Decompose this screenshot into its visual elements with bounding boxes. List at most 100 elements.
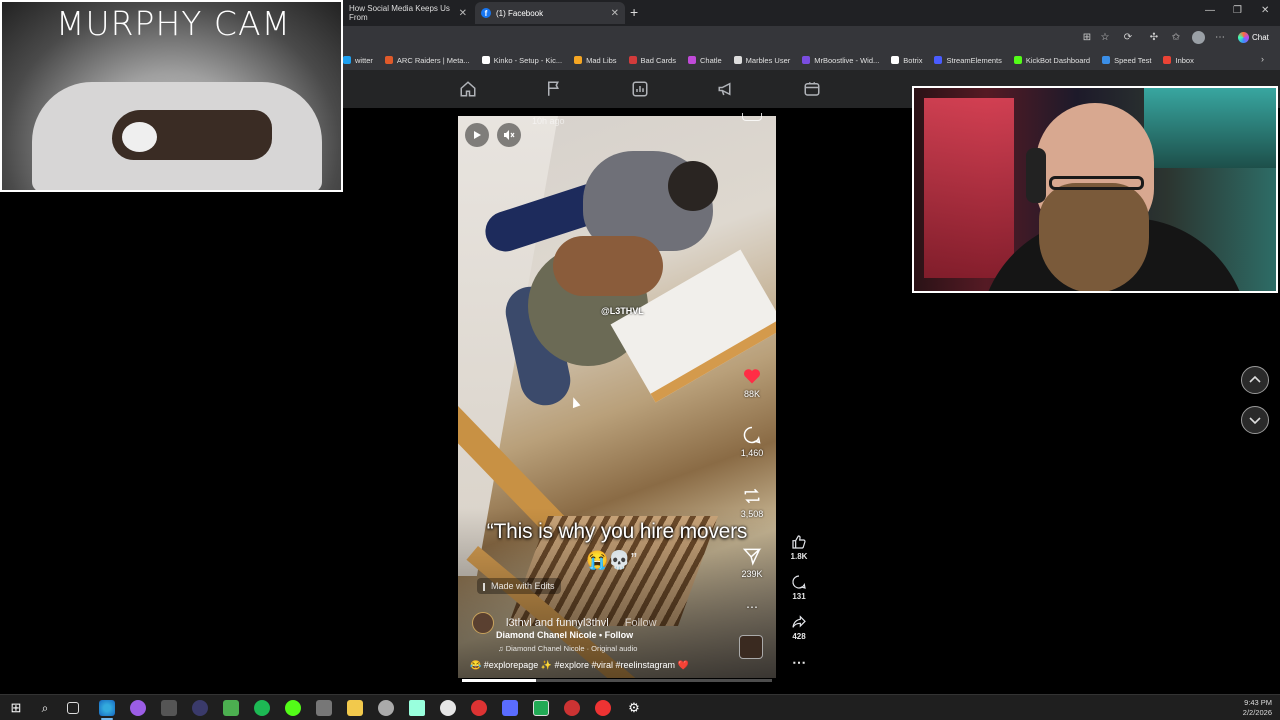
share-arrow-icon <box>792 615 806 628</box>
fb-more-icon[interactable]: ⋯ <box>787 654 811 671</box>
ig-repost-count: 3,508 <box>740 509 764 519</box>
chevron-down-icon <box>1249 417 1261 425</box>
bookmark-label: ARC Raiders | Meta... <box>396 55 470 65</box>
app-icon[interactable] <box>130 700 146 716</box>
fb-share-button[interactable]: 428 <box>787 614 811 641</box>
bookmark-item[interactable]: Mad Libs <box>574 55 617 65</box>
favorite-star-icon[interactable]: ☆ <box>1099 32 1111 44</box>
previous-reel-button[interactable] <box>1241 366 1269 394</box>
bookmark-item[interactable]: StreamElements <box>934 55 1002 65</box>
app-icon[interactable] <box>223 700 239 716</box>
audio-thumbnail[interactable] <box>739 635 763 659</box>
obs-icon[interactable] <box>192 700 208 716</box>
bookmark-item[interactable]: ARC Raiders | Meta... <box>384 55 470 65</box>
extensions-puzzle-icon[interactable]: ✣ <box>1148 32 1160 44</box>
bookmark-item[interactable]: witter <box>343 56 373 65</box>
fb-like-count: 1.8K <box>790 552 808 561</box>
ig-user-avatar <box>472 612 494 634</box>
bookmark-item[interactable]: KickBot Dashboard <box>1013 55 1091 65</box>
bookmarks-overflow-icon[interactable]: › <box>1261 54 1264 64</box>
app-icon[interactable] <box>471 700 487 716</box>
progress-fill <box>462 679 537 682</box>
bookmark-favicon-icon <box>343 56 351 64</box>
favorites-icon[interactable]: ✩ <box>1170 32 1182 44</box>
fb-author-follow[interactable]: Diamond Chanel Nicole • Follow <box>496 630 633 640</box>
bookmark-favicon-icon <box>384 56 393 64</box>
bookmark-item[interactable]: MrBoostlive - Wid... <box>802 56 879 65</box>
app-icon[interactable] <box>440 700 456 716</box>
bookmark-label: Mad Libs <box>586 55 617 65</box>
ig-comment-action: 1,460 <box>738 425 766 458</box>
app-icon[interactable] <box>316 700 332 716</box>
mute-button[interactable] <box>497 123 521 147</box>
spotify-icon[interactable] <box>254 700 270 716</box>
minimize-icon[interactable]: — <box>1205 5 1215 16</box>
time-ago: 10h ago <box>532 116 565 126</box>
fb-like-button[interactable]: 1.8K <box>787 534 811 561</box>
headset-icon <box>1026 148 1046 203</box>
bookmark-item[interactable]: Chatle <box>687 56 722 65</box>
app-icon[interactable] <box>285 700 301 716</box>
streamer-webcam-overlay <box>912 86 1278 293</box>
tab-social-media[interactable]: How Social Media Keeps Us From ✕ <box>343 2 473 24</box>
audio-credit[interactable]: ♫ Diamond Chanel Nicole · Original audio <box>498 644 637 653</box>
bookmark-item[interactable]: Marbles User <box>733 56 790 65</box>
new-tab-icon[interactable]: + <box>630 4 638 20</box>
bookmark-item[interactable]: Botrix <box>891 56 922 65</box>
ig-usernames: l3thvl and funnyl3thvl <box>506 617 609 629</box>
terminal-icon[interactable] <box>533 700 549 716</box>
extension-icon[interactable]: ⟳ <box>1122 32 1134 44</box>
copilot-chat-button[interactable]: Chat <box>1234 30 1274 45</box>
play-button[interactable] <box>465 123 489 147</box>
marketplace-icon[interactable] <box>803 80 821 98</box>
app-icon[interactable] <box>378 700 394 716</box>
bookmark-favicon-icon <box>891 56 900 64</box>
video-progress-bar[interactable] <box>462 679 772 682</box>
profile-avatar[interactable] <box>1192 31 1205 44</box>
ig-share-action: 239K <box>738 546 766 579</box>
app-icon[interactable] <box>161 700 177 716</box>
app-icon[interactable] <box>595 700 611 716</box>
home-icon[interactable] <box>459 80 477 98</box>
thumbs-up-icon <box>792 535 806 549</box>
app-icon[interactable] <box>502 700 518 716</box>
apps-icon[interactable]: ⊞ <box>1081 32 1093 44</box>
bookmark-favicon-icon <box>687 56 696 64</box>
ads-megaphone-icon[interactable] <box>717 80 735 98</box>
ig-share-count: 239K <box>741 569 763 579</box>
close-tab-icon[interactable]: ✕ <box>611 8 619 19</box>
fb-comment-button[interactable]: 131 <box>787 574 811 601</box>
bookmark-label: StreamElements <box>946 55 1002 65</box>
clock-time: 9:43 PM <box>1244 698 1272 707</box>
close-tab-icon[interactable]: ✕ <box>459 8 467 19</box>
bookmark-favicon-icon <box>934 56 943 64</box>
bookmark-label: KickBot Dashboard <box>1025 55 1091 65</box>
maximize-icon[interactable]: ❐ <box>1233 5 1242 16</box>
app-icon[interactable] <box>409 700 425 716</box>
dashboard-icon[interactable] <box>631 80 649 98</box>
bookmark-item[interactable]: Bad Cards <box>628 56 676 65</box>
tab-facebook[interactable]: f (1) Facebook ✕ <box>475 2 625 24</box>
bookmark-item[interactable]: Speed Test <box>1102 56 1151 65</box>
reel-hashtags[interactable]: 😂 #explorepage ✨ #explore #viral #reelin… <box>470 660 689 671</box>
muted-speaker-icon <box>504 130 515 140</box>
system-clock[interactable]: 9:43 PM 2/2/2026 <box>1243 698 1272 718</box>
ig-comment-count: 1,460 <box>740 448 764 458</box>
bookmark-item[interactable]: Kinko - Setup - Kic... <box>481 56 562 65</box>
windows-start-icon[interactable]: ⊞ <box>8 700 24 716</box>
bookmark-item[interactable]: Inbox <box>1163 56 1194 65</box>
edge-browser-icon[interactable] <box>99 700 115 716</box>
ig-more-icon: ⋯ <box>746 600 758 614</box>
reel-save-icon[interactable] <box>742 113 762 121</box>
close-window-icon[interactable]: ✕ <box>1261 5 1269 16</box>
file-explorer-icon[interactable] <box>347 700 363 716</box>
browser-tab-strip: How Social Media Keeps Us From ✕ f (1) F… <box>343 0 1280 26</box>
more-menu-icon[interactable]: ⋯ <box>1214 32 1226 44</box>
search-icon[interactable]: ⌕ <box>37 700 53 716</box>
pages-flag-icon[interactable] <box>545 80 563 98</box>
app-icon[interactable] <box>564 700 580 716</box>
task-view-icon[interactable] <box>67 702 79 714</box>
next-reel-button[interactable] <box>1241 406 1269 434</box>
tab-label: (1) Facebook <box>496 8 544 18</box>
settings-gear-icon[interactable]: ⚙ <box>626 700 642 716</box>
